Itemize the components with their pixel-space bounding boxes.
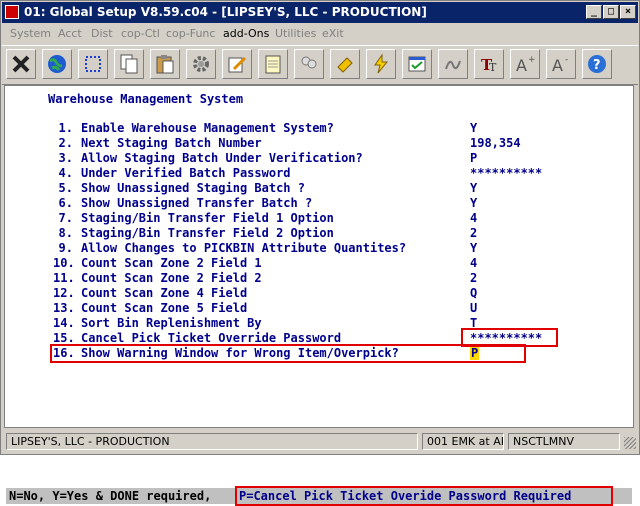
menu-cop-func[interactable]: cop-Func <box>166 27 215 40</box>
option-value[interactable]: 2 <box>470 271 477 285</box>
option-value[interactable]: 4 <box>470 211 477 225</box>
maximize-button[interactable]: □ <box>603 5 619 19</box>
option-number: 9. <box>58 241 73 255</box>
option-number: 3. <box>58 151 73 165</box>
option-number: 6. <box>58 196 73 210</box>
status-company: LIPSEY'S, LLC - PRODUCTION <box>6 433 418 450</box>
window-title: 01: Global Setup V8.59.c04 - [LIPSEY'S, … <box>24 5 427 19</box>
title-bar: 01: Global Setup V8.59.c04 - [LIPSEY'S, … <box>2 2 638 23</box>
option-label: Count Scan Zone 5 Field <box>81 301 248 315</box>
status-session: 001 EMK at AR107 <box>422 433 504 450</box>
svg-text:T: T <box>489 61 497 74</box>
option-number: 8. <box>58 226 73 240</box>
hint-left: N=No, Y=Yes & DONE required, <box>9 489 212 503</box>
highlight-hint <box>235 486 613 506</box>
option-number: 14. <box>53 316 75 330</box>
option-label: Staging/Bin Transfer Field 2 Option <box>81 226 334 240</box>
svg-text:+: + <box>528 55 536 65</box>
option-number: 1. <box>58 121 73 135</box>
option-value[interactable]: Y <box>470 181 477 195</box>
option-number: 11. <box>53 271 75 285</box>
option-label: Sort Bin Replenishment By <box>81 316 262 330</box>
select-icon[interactable] <box>78 49 108 79</box>
option-label: Show Unassigned Transfer Batch ? <box>81 196 313 210</box>
option-number: 15. <box>53 331 75 345</box>
app-window: 01: Global Setup V8.59.c04 - [LIPSEY'S, … <box>0 0 640 506</box>
option-value[interactable]: ********** <box>470 166 542 180</box>
signature-icon[interactable] <box>438 49 468 79</box>
svg-text:?: ? <box>593 58 601 73</box>
option-number: 4. <box>58 166 73 180</box>
svg-text:A: A <box>552 56 563 75</box>
resize-grip[interactable] <box>624 437 636 449</box>
option-label: Count Scan Zone 2 Field 1 <box>81 256 262 270</box>
option-label: Count Scan Zone 4 Field <box>81 286 248 300</box>
help-icon[interactable]: ? <box>582 49 612 79</box>
terminal-screen: Warehouse Management System 1. Enable War… <box>4 85 634 506</box>
menu-dist[interactable]: Dist <box>91 27 113 40</box>
option-label: Show Unassigned Staging Batch ? <box>81 181 305 195</box>
option-value[interactable]: 198,354 <box>470 136 521 150</box>
option-number: 7. <box>58 211 73 225</box>
settings-icon[interactable] <box>186 49 216 79</box>
option-number: 5. <box>58 181 73 195</box>
option-value[interactable]: Y <box>470 196 477 210</box>
app-icon <box>5 5 19 19</box>
menu-cop-ctl[interactable]: cop-Ctl <box>121 27 160 40</box>
status-program: NSCTLMNV <box>508 433 620 450</box>
menu-system[interactable]: System <box>10 27 51 40</box>
option-value[interactable]: P <box>470 151 477 165</box>
link-icon[interactable] <box>330 49 360 79</box>
option-number: 12. <box>53 286 75 300</box>
window-icon[interactable] <box>402 49 432 79</box>
option-label: Next Staging Batch Number <box>81 136 262 150</box>
close-button[interactable]: × <box>620 5 636 19</box>
copy-icon[interactable] <box>114 49 144 79</box>
option-label: Staging/Bin Transfer Field 1 Option <box>81 211 334 225</box>
close-icon[interactable] <box>6 49 36 79</box>
option-label: Count Scan Zone 2 Field 2 <box>81 271 262 285</box>
menu-acct[interactable]: Acct <box>58 27 82 40</box>
status-bar: LIPSEY'S, LLC - PRODUCTION 001 EMK at AR… <box>2 431 638 453</box>
minimize-button[interactable]: _ <box>586 5 602 19</box>
option-value[interactable]: Y <box>470 241 477 255</box>
notepad-icon[interactable] <box>258 49 288 79</box>
option-label: Allow Changes to PICKBIN Attribute Quant… <box>81 241 407 255</box>
lightning-icon[interactable] <box>366 49 396 79</box>
screen-title: Warehouse Management System <box>48 92 244 106</box>
font-increase-icon[interactable]: A + <box>510 49 540 79</box>
option-label: Cancel Pick Ticket Override Password <box>81 331 342 345</box>
font-decrease-icon[interactable]: A- <box>546 49 576 79</box>
option-value[interactable]: U <box>470 301 477 315</box>
menu-exit[interactable]: eXit <box>322 27 344 40</box>
svg-text:A: A <box>516 56 527 75</box>
menu-utilities[interactable]: Utilities <box>275 27 316 40</box>
option-value[interactable]: Y <box>470 121 477 135</box>
option-value[interactable]: 4 <box>470 256 477 270</box>
users-icon[interactable] <box>294 49 324 79</box>
paste-icon[interactable] <box>150 49 180 79</box>
highlight-row-16 <box>50 344 526 363</box>
option-label: Allow Staging Batch Under Verification? <box>81 151 363 165</box>
svg-text:-: - <box>565 55 568 65</box>
option-value[interactable]: Q <box>470 286 477 300</box>
option-number: 13. <box>53 301 75 315</box>
option-label: Enable Warehouse Management System? <box>81 121 334 135</box>
menu-add-ons[interactable]: add-Ons <box>223 27 269 40</box>
option-number: 10. <box>53 256 75 270</box>
font-icon[interactable]: TT <box>474 49 504 79</box>
hint-line: N=No, Y=Yes & DONE required, P=Cancel Pi… <box>6 486 632 506</box>
edit-icon[interactable] <box>222 49 252 79</box>
option-label: Under Verified Batch Password <box>81 166 291 180</box>
menu-bar: System Acct Dist cop-Ctl cop-Func add-On… <box>2 24 638 44</box>
toolbar: TT A + A- ? <box>2 45 638 85</box>
option-number: 2. <box>58 136 73 150</box>
globe-icon[interactable] <box>42 49 72 79</box>
option-value[interactable]: 2 <box>470 226 477 240</box>
